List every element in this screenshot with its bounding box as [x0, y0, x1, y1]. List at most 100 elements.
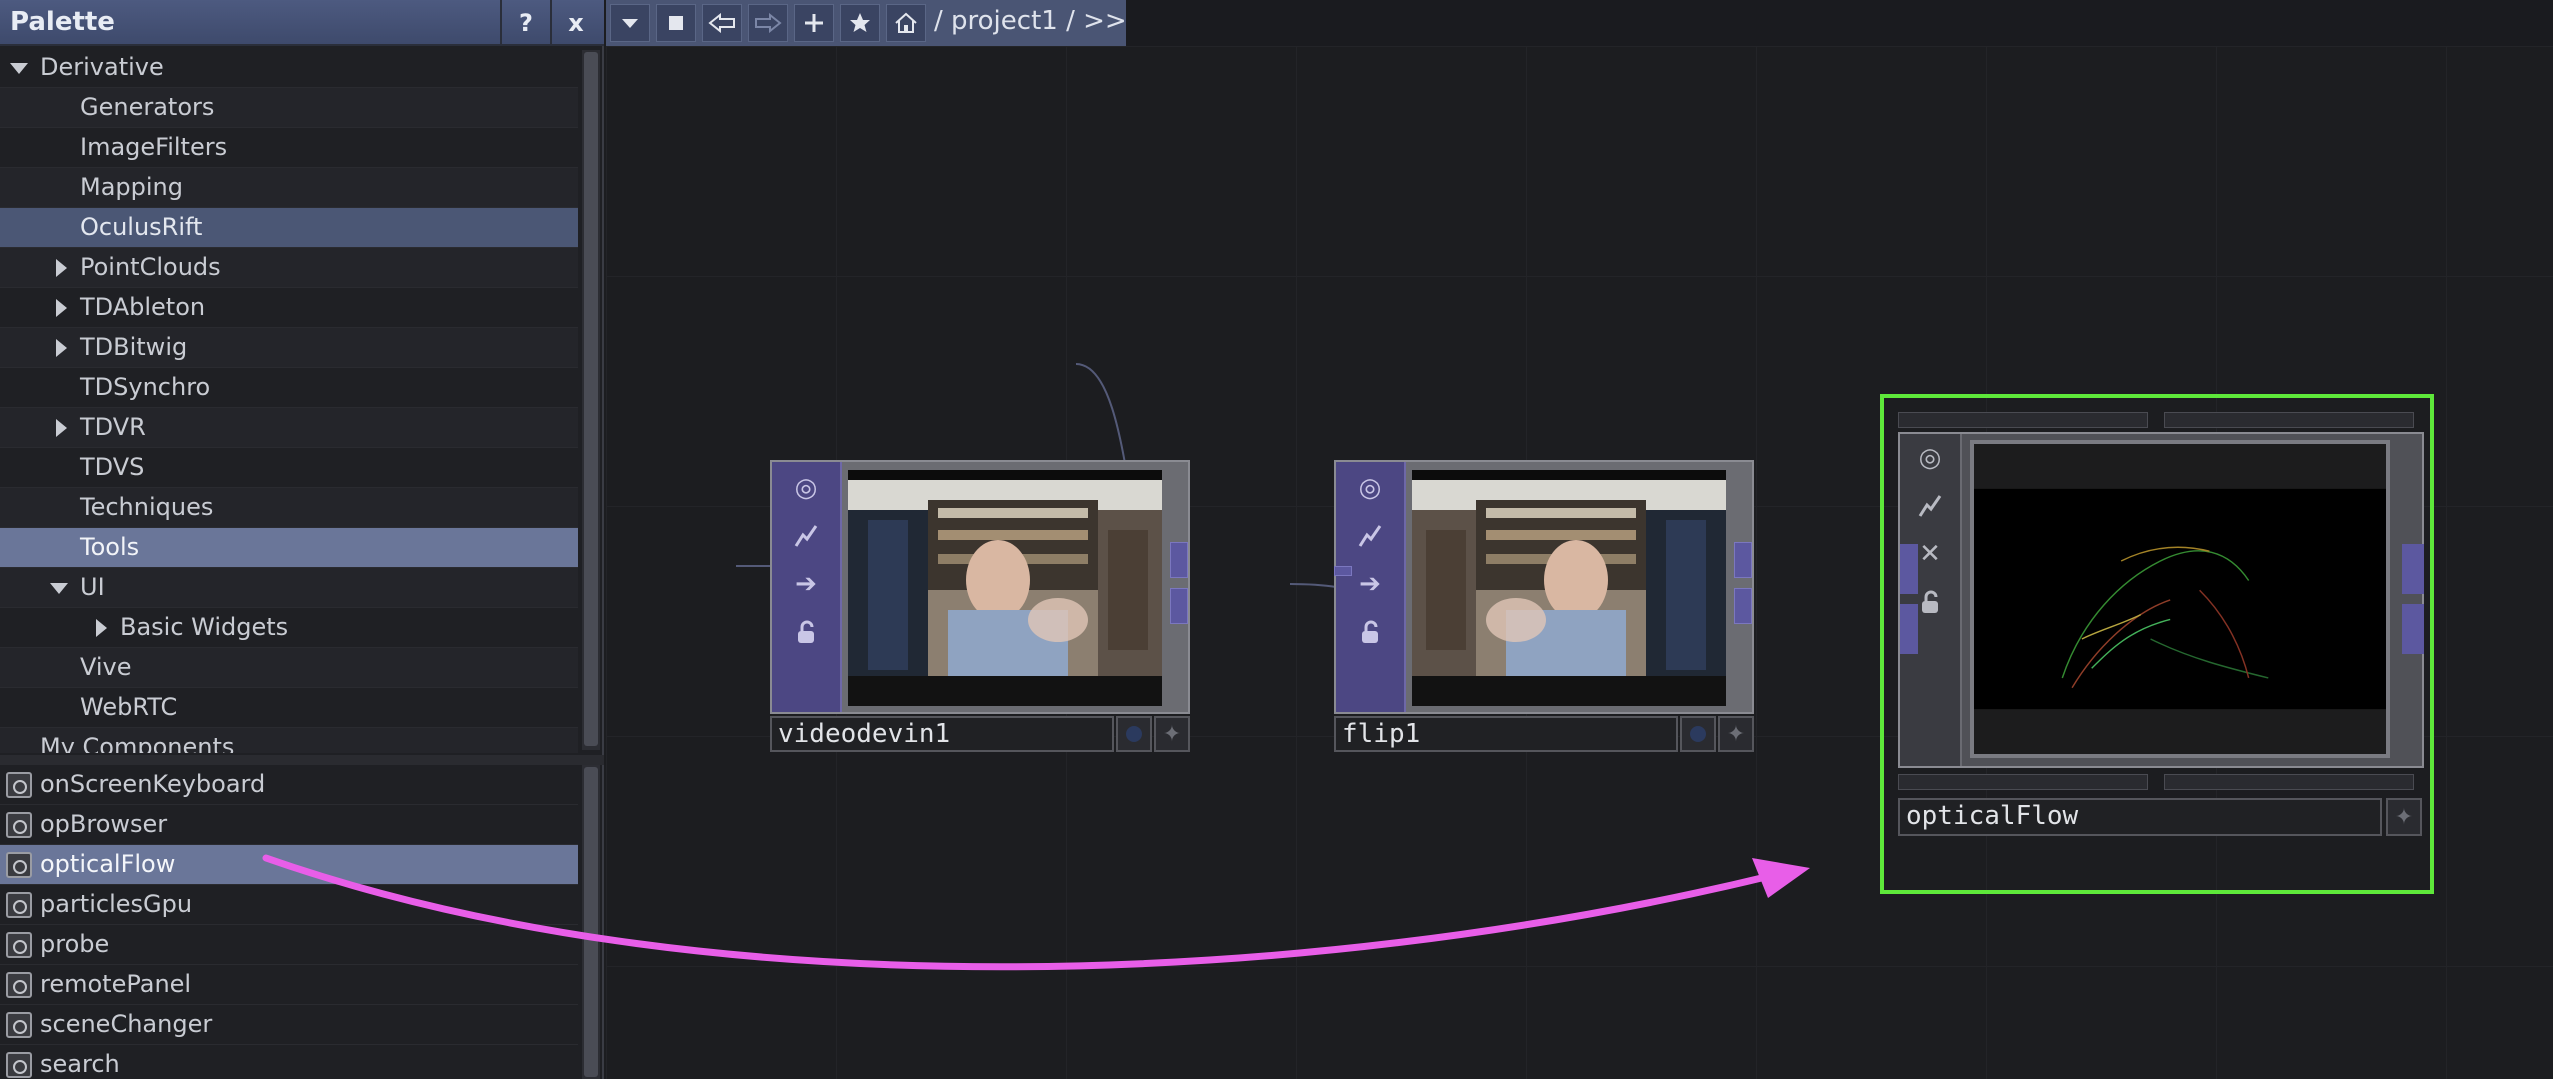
- tree-item-label: UI: [80, 573, 105, 601]
- viewer-icon[interactable]: ◎: [1352, 470, 1388, 506]
- node-body[interactable]: ◎ ➔: [1334, 460, 1754, 714]
- tree-item-webrtc[interactable]: WebRTC: [0, 688, 578, 728]
- component-item-probe[interactable]: probe: [0, 925, 578, 965]
- output-connector[interactable]: [1734, 542, 1752, 578]
- tree-item-vive[interactable]: Vive: [0, 648, 578, 688]
- tree-item-tdvr[interactable]: TDVR: [0, 408, 578, 448]
- flip-node[interactable]: ◎ ➔ flip1 ✦: [1334, 460, 1754, 752]
- input-connector[interactable]: [1334, 566, 1352, 576]
- toolbar-bar: / project1 / >>: [606, 0, 1127, 46]
- tree-item-basic-widgets[interactable]: Basic Widgets: [0, 608, 578, 648]
- component-scrollbar-thumb[interactable]: [584, 767, 598, 1077]
- component-item-particlesGpu[interactable]: particlesGpu: [0, 885, 578, 925]
- tree-item-mapping[interactable]: Mapping: [0, 168, 578, 208]
- node-body[interactable]: ◎ ✕: [1898, 432, 2424, 768]
- tree-item-derivative[interactable]: Derivative: [0, 48, 578, 88]
- component-icon: [6, 892, 32, 918]
- tree-scrollbar-thumb[interactable]: [584, 52, 598, 746]
- export-icon[interactable]: ➔: [1352, 566, 1388, 602]
- component-item-onScreenKeyboard[interactable]: onScreenKeyboard: [0, 765, 578, 805]
- forward-icon[interactable]: [748, 4, 788, 42]
- component-item-sceneChanger[interactable]: sceneChanger: [0, 1005, 578, 1045]
- viewer-toggle-icon[interactable]: ✦: [1154, 716, 1190, 752]
- output-connector[interactable]: [2402, 604, 2424, 654]
- tree-scrollbar[interactable]: [582, 50, 600, 750]
- bypass-dot-icon[interactable]: [1680, 716, 1716, 752]
- lock-icon[interactable]: [788, 614, 824, 650]
- output-connector[interactable]: [1170, 588, 1188, 624]
- tree-item-label: Basic Widgets: [120, 613, 289, 641]
- tree-item-tdbitwig[interactable]: TDBitwig: [0, 328, 578, 368]
- tree-item-label: ImageFilters: [80, 133, 228, 161]
- dropdown-icon[interactable]: [610, 4, 650, 42]
- back-icon[interactable]: [702, 4, 742, 42]
- palette-divider[interactable]: [0, 755, 604, 765]
- output-connector[interactable]: [1170, 542, 1188, 578]
- network-canvas[interactable]: ◎ ➔ videodevin1 ✦ ◎ ➔ flip1 ✦ ◎ ✕ optica…: [606, 46, 2553, 1079]
- tree-item-imagefilters[interactable]: ImageFilters: [0, 128, 578, 168]
- viewer-toggle-icon[interactable]: ✦: [2386, 798, 2422, 836]
- component-label: particlesGpu: [40, 890, 193, 918]
- expand-arrow-icon[interactable]: [56, 419, 67, 437]
- tree-item-my-components[interactable]: My Components: [0, 728, 578, 753]
- app-window: Palette ? x Derivative Generators ImageFil…: [0, 0, 2553, 1079]
- node-body[interactable]: ◎ ➔: [770, 460, 1190, 714]
- cook-icon[interactable]: [1912, 488, 1948, 524]
- tree-item-tdvs[interactable]: TDVS: [0, 448, 578, 488]
- collapse-arrow-icon[interactable]: [50, 583, 68, 594]
- expand-arrow-icon[interactable]: [56, 339, 67, 357]
- cook-icon[interactable]: [788, 518, 824, 554]
- component-item-opticalFlow[interactable]: opticalFlow: [0, 845, 578, 885]
- collapse-arrow-icon[interactable]: [10, 63, 28, 74]
- home-icon[interactable]: [886, 4, 926, 42]
- help-button[interactable]: ?: [500, 0, 550, 46]
- tree-item-label: Tools: [80, 533, 140, 561]
- tree-item-generators[interactable]: Generators: [0, 88, 578, 128]
- component-icon: [6, 812, 32, 838]
- videodevin-node[interactable]: ◎ ➔ videodevin1 ✦: [770, 460, 1190, 752]
- node-name[interactable]: videodevin1: [770, 716, 1114, 752]
- tree-item-label: Techniques: [80, 493, 214, 521]
- output-connector[interactable]: [1734, 588, 1752, 624]
- viewer-icon[interactable]: ◎: [1912, 440, 1948, 476]
- opticalflow-node[interactable]: ◎ ✕ opticalFlow ✦: [1880, 394, 2434, 894]
- cook-icon[interactable]: [1352, 518, 1388, 554]
- tree-item-label: PointClouds: [80, 253, 221, 281]
- input-connector[interactable]: [1900, 604, 1918, 654]
- tree-item-tdsynchro[interactable]: TDSynchro: [0, 368, 578, 408]
- stop-icon[interactable]: [656, 4, 696, 42]
- tree-item-tdableton[interactable]: TDAbleton: [0, 288, 578, 328]
- component-scrollbar[interactable]: [582, 765, 600, 1079]
- tree-item-pointclouds[interactable]: PointClouds: [0, 248, 578, 288]
- node-flags-column: ◎ ➔: [1336, 462, 1406, 712]
- node-flags-column: ◎ ✕: [1900, 434, 1962, 766]
- tree-item-ui[interactable]: UI: [0, 568, 578, 608]
- input-connector[interactable]: [1900, 544, 1918, 594]
- close-button[interactable]: x: [550, 0, 600, 46]
- star-icon[interactable]: [840, 4, 880, 42]
- add-icon[interactable]: [794, 4, 834, 42]
- expand-arrow-icon[interactable]: [56, 299, 67, 317]
- component-item-remotePanel[interactable]: remotePanel: [0, 965, 578, 1005]
- output-connector[interactable]: [2402, 544, 2424, 594]
- tree-item-oculusrift[interactable]: OculusRift: [0, 208, 578, 248]
- node-name[interactable]: flip1: [1334, 716, 1678, 752]
- node-top-strip: [1898, 412, 2148, 428]
- component-item-search[interactable]: search: [0, 1045, 578, 1079]
- bypass-dot-icon[interactable]: [1116, 716, 1152, 752]
- tree-item-tools[interactable]: Tools: [0, 528, 578, 568]
- component-label: opticalFlow: [40, 850, 176, 878]
- viewer-toggle-icon[interactable]: ✦: [1718, 716, 1754, 752]
- tree-item-label: Derivative: [40, 53, 164, 81]
- export-icon[interactable]: ➔: [788, 566, 824, 602]
- viewer-icon[interactable]: ◎: [788, 470, 824, 506]
- network-path[interactable]: / project1 / >>: [934, 6, 1127, 36]
- optical-flow-image: [1974, 444, 2386, 754]
- component-item-opBrowser[interactable]: opBrowser: [0, 805, 578, 845]
- component-icon: [6, 932, 32, 958]
- expand-arrow-icon[interactable]: [56, 259, 67, 277]
- node-name[interactable]: opticalFlow: [1898, 798, 2382, 836]
- lock-icon[interactable]: [1352, 614, 1388, 650]
- tree-item-techniques[interactable]: Techniques: [0, 488, 578, 528]
- expand-arrow-icon[interactable]: [96, 619, 107, 637]
